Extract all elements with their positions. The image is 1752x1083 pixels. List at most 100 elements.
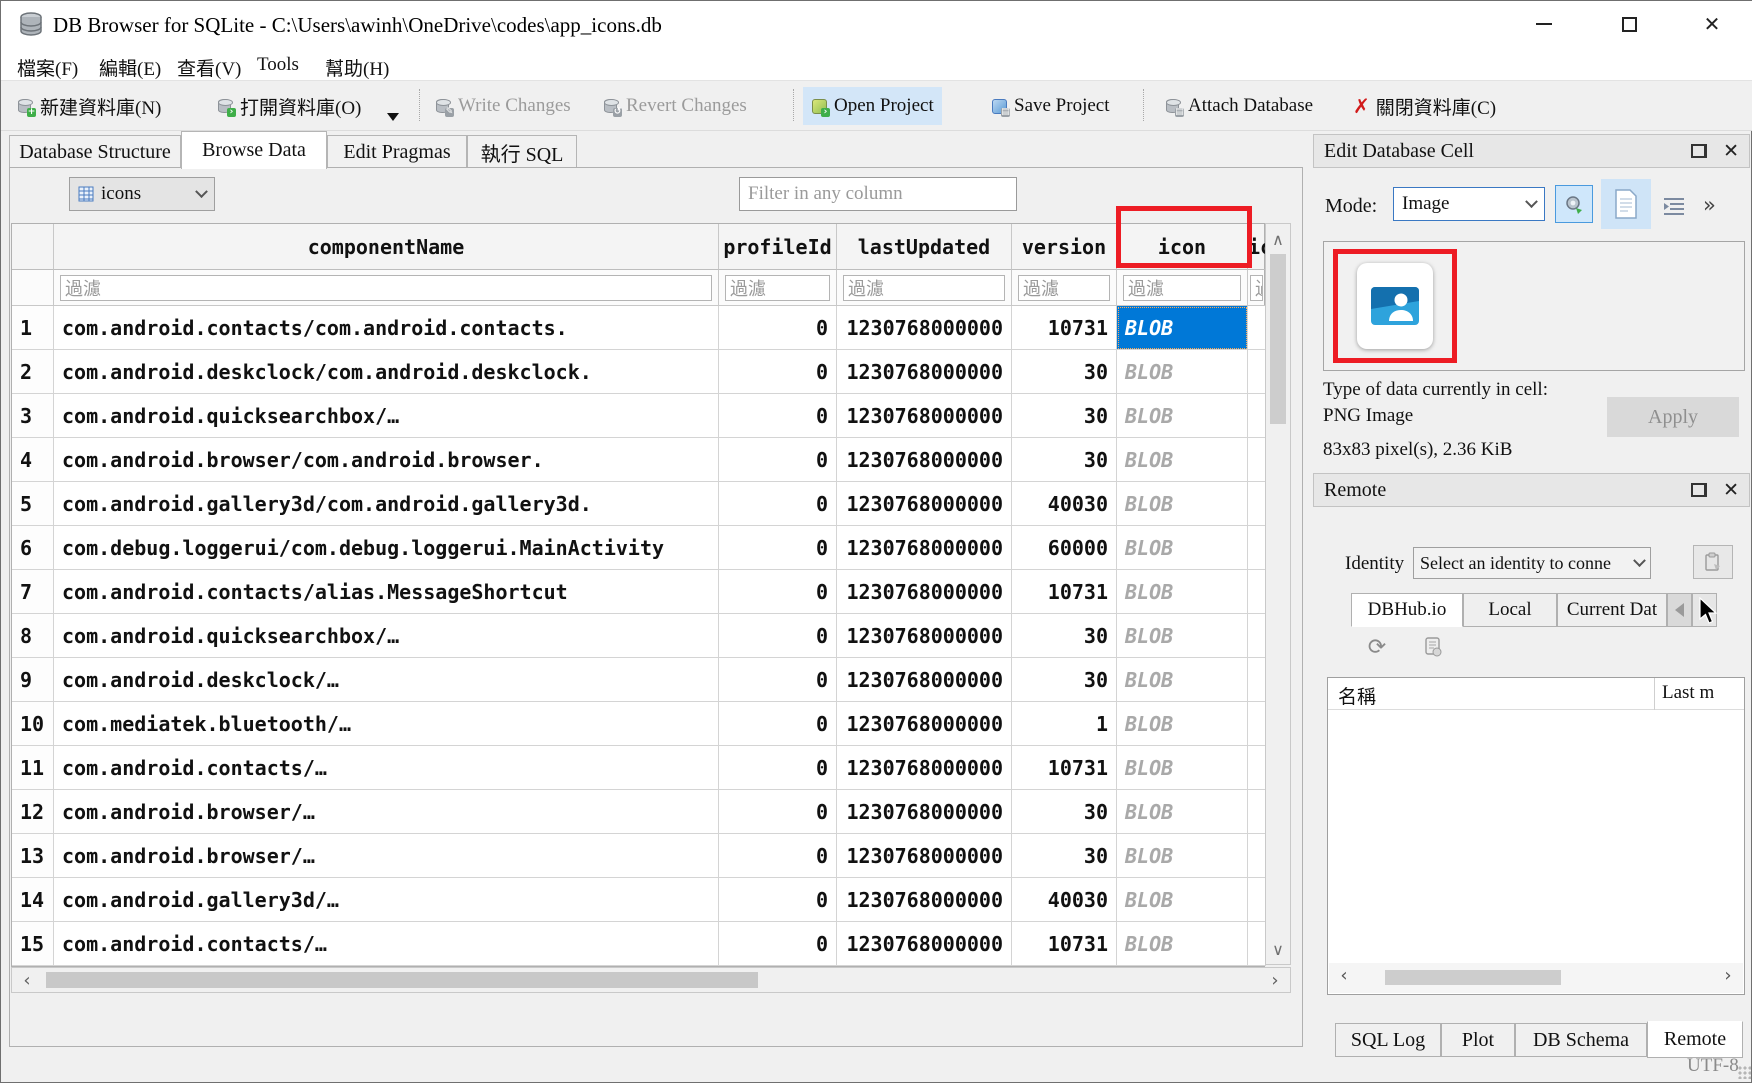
- tab-edit-pragmas[interactable]: Edit Pragmas: [327, 135, 467, 168]
- lastUpdated-cell[interactable]: 1230768000000: [837, 746, 1012, 790]
- filter-icon[interactable]: 過濾: [1123, 275, 1241, 301]
- menu-file[interactable]: 檔案(F): [11, 52, 84, 83]
- tab-browse-data[interactable]: Browse Data: [181, 131, 327, 169]
- filter-componentName[interactable]: 過濾: [60, 275, 712, 301]
- dock-tab-plot[interactable]: Plot: [1441, 1023, 1515, 1057]
- icon-blob-cell[interactable]: BLOB: [1117, 306, 1248, 350]
- profileId-cell[interactable]: 0: [719, 526, 837, 570]
- row-number-cell[interactable]: 15: [12, 922, 54, 966]
- componentName-cell[interactable]: com.android.contacts/alias.MessageShortc…: [54, 570, 719, 614]
- filter-truncated[interactable]: 過濾: [1250, 275, 1263, 301]
- componentName-cell[interactable]: com.android.quicksearchbox/…: [54, 614, 719, 658]
- remote-refresh-icon[interactable]: ⟳: [1363, 633, 1391, 661]
- row-number-cell[interactable]: 9: [12, 658, 54, 702]
- scroll-up-icon[interactable]: ∧: [1266, 226, 1290, 252]
- icon-blob-cell[interactable]: BLOB: [1117, 878, 1248, 922]
- new-database-button[interactable]: + 新建資料庫(N): [9, 87, 169, 125]
- truncated-cell[interactable]: [1248, 834, 1266, 878]
- version-cell[interactable]: 30: [1012, 394, 1117, 438]
- maximize-button[interactable]: [1606, 7, 1652, 41]
- col-header-componentName[interactable]: componentName: [54, 224, 719, 270]
- icon-blob-cell[interactable]: BLOB: [1117, 482, 1248, 526]
- truncated-cell[interactable]: [1248, 702, 1266, 746]
- scroll-left-icon[interactable]: ‹: [14, 968, 40, 992]
- truncated-cell[interactable]: [1248, 350, 1266, 394]
- truncated-cell[interactable]: [1248, 878, 1266, 922]
- encoding-status[interactable]: UTF-8: [1687, 1055, 1739, 1077]
- row-number-cell[interactable]: 6: [12, 526, 54, 570]
- profileId-cell[interactable]: 0: [719, 834, 837, 878]
- row-number-cell[interactable]: 3: [12, 394, 54, 438]
- text-view-button[interactable]: [1601, 179, 1651, 229]
- truncated-cell[interactable]: [1248, 438, 1266, 482]
- remote-tab-local[interactable]: Local: [1463, 593, 1557, 627]
- tab-scroll-right-button[interactable]: [1692, 593, 1717, 627]
- table-select[interactable]: icons: [69, 177, 215, 211]
- last-modified-column-header[interactable]: Last m: [1662, 682, 1714, 704]
- minimize-button[interactable]: [1521, 7, 1567, 41]
- componentName-cell[interactable]: com.android.browser/…: [54, 834, 719, 878]
- lastUpdated-cell[interactable]: 1230768000000: [837, 834, 1012, 878]
- icon-blob-cell[interactable]: BLOB: [1117, 614, 1248, 658]
- row-number-cell[interactable]: 5: [12, 482, 54, 526]
- menu-view[interactable]: 查看(V): [171, 52, 247, 83]
- remote-tab-dbhub[interactable]: DBHub.io: [1351, 593, 1463, 627]
- profileId-cell[interactable]: 0: [719, 614, 837, 658]
- remote-list-horizontal-scrollbar[interactable]: ‹ ›: [1329, 963, 1743, 993]
- truncated-cell[interactable]: [1248, 394, 1266, 438]
- dock-tab-db-schema[interactable]: DB Schema: [1515, 1023, 1647, 1057]
- mode-select[interactable]: Image: [1393, 187, 1545, 221]
- save-project-button[interactable]: ▤ Save Project: [983, 87, 1118, 125]
- filter-lastUpdated[interactable]: 過濾: [843, 275, 1005, 301]
- scroll-right-icon[interactable]: ›: [1715, 963, 1741, 987]
- row-number-cell[interactable]: 10: [12, 702, 54, 746]
- dock-tab-remote[interactable]: Remote: [1647, 1021, 1743, 1058]
- version-cell[interactable]: 10731: [1012, 746, 1117, 790]
- version-cell[interactable]: 10731: [1012, 922, 1117, 966]
- resize-grip[interactable]: [1737, 1065, 1751, 1079]
- version-cell[interactable]: 30: [1012, 658, 1117, 702]
- identity-select[interactable]: Select an identity to conne: [1413, 547, 1651, 579]
- name-column-header[interactable]: 名稱: [1338, 682, 1376, 709]
- componentName-cell[interactable]: com.android.contacts/…: [54, 746, 719, 790]
- truncated-cell[interactable]: [1248, 306, 1266, 350]
- menu-edit[interactable]: 編輯(E): [93, 52, 167, 83]
- componentName-cell[interactable]: com.android.contacts/…: [54, 922, 719, 966]
- profileId-cell[interactable]: 0: [719, 790, 837, 834]
- icon-blob-cell[interactable]: BLOB: [1117, 702, 1248, 746]
- open-database-button[interactable]: › 打開資料庫(O): [209, 87, 369, 125]
- close-panel-icon[interactable]: ✕: [1723, 479, 1739, 501]
- row-number-cell[interactable]: 14: [12, 878, 54, 922]
- version-cell[interactable]: 30: [1012, 790, 1117, 834]
- row-number-cell[interactable]: 11: [12, 746, 54, 790]
- remote-tab-current-database[interactable]: Current Dat: [1557, 593, 1667, 627]
- lastUpdated-cell[interactable]: 1230768000000: [837, 438, 1012, 482]
- componentName-cell[interactable]: com.android.browser/…: [54, 790, 719, 834]
- icon-blob-cell[interactable]: BLOB: [1117, 658, 1248, 702]
- componentName-cell[interactable]: com.android.deskclock/…: [54, 658, 719, 702]
- row-number-cell[interactable]: 4: [12, 438, 54, 482]
- row-number-cell[interactable]: 12: [12, 790, 54, 834]
- import-certificate-button[interactable]: [1693, 545, 1733, 579]
- componentName-cell[interactable]: com.android.quicksearchbox/…: [54, 394, 719, 438]
- icon-blob-cell[interactable]: BLOB: [1117, 526, 1248, 570]
- truncated-cell[interactable]: [1248, 922, 1266, 966]
- truncated-cell[interactable]: [1248, 658, 1266, 702]
- scroll-down-icon[interactable]: ∨: [1266, 936, 1290, 962]
- vertical-scroll-thumb[interactable]: [1270, 254, 1286, 424]
- componentName-cell[interactable]: com.android.contacts/com.android.contact…: [54, 306, 719, 350]
- lastUpdated-cell[interactable]: 1230768000000: [837, 878, 1012, 922]
- profileId-cell[interactable]: 0: [719, 922, 837, 966]
- profileId-cell[interactable]: 0: [719, 570, 837, 614]
- float-panel-icon[interactable]: [1691, 144, 1707, 158]
- profileId-cell[interactable]: 0: [719, 746, 837, 790]
- profileId-cell[interactable]: 0: [719, 482, 837, 526]
- lastUpdated-cell[interactable]: 1230768000000: [837, 350, 1012, 394]
- open-project-button[interactable]: › Open Project: [803, 87, 942, 125]
- lastUpdated-cell[interactable]: 1230768000000: [837, 482, 1012, 526]
- row-number-cell[interactable]: 1: [12, 306, 54, 350]
- icon-blob-cell[interactable]: BLOB: [1117, 922, 1248, 966]
- truncated-cell[interactable]: [1248, 790, 1266, 834]
- version-cell[interactable]: 40030: [1012, 878, 1117, 922]
- truncated-cell[interactable]: [1248, 482, 1266, 526]
